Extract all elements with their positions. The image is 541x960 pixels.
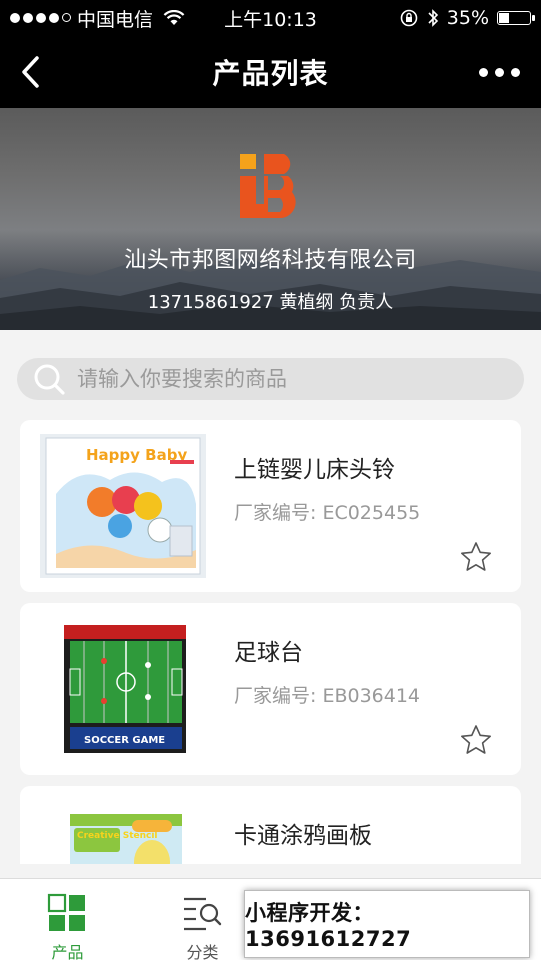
product-name: 足球台 xyxy=(234,640,303,666)
battery-percent: 35% xyxy=(446,7,489,29)
promo-overlay: 小程序开发：13691612727 xyxy=(244,890,530,958)
product-card[interactable]: Creative Stencil 卡通涂鸦画板 xyxy=(20,786,521,864)
company-name: 汕头市邦图网络科技有限公司 xyxy=(124,248,417,273)
more-menu-button[interactable] xyxy=(471,50,527,94)
more-dot-icon xyxy=(510,67,520,77)
product-list: Happy Baby 上链婴儿床头铃 厂家编号: EC025455 SOCCER… xyxy=(0,420,541,864)
product-name: 卡通涂鸦画板 xyxy=(234,823,372,849)
favorite-button[interactable] xyxy=(459,540,493,574)
product-image: SOCCER GAME xyxy=(40,617,206,761)
product-card[interactable]: SOCCER GAME 足球台 厂家编号: EB036414 xyxy=(20,603,521,775)
drawing-board-box-image: Creative Stencil xyxy=(40,800,206,864)
page-title: 产品列表 xyxy=(212,57,329,90)
search-icon xyxy=(34,364,65,395)
foosball-box-image: SOCCER GAME xyxy=(40,617,206,761)
company-contact: 13715861927 黄植纲 负责人 xyxy=(147,292,394,313)
more-dot-icon xyxy=(494,67,504,77)
search-input[interactable] xyxy=(75,366,499,392)
company-logo xyxy=(240,154,296,218)
product-name: 上链婴儿床头铃 xyxy=(234,457,395,483)
nav-bar: 产品列表 xyxy=(0,36,541,108)
category-search-icon xyxy=(184,897,222,931)
product-image: Happy Baby xyxy=(40,434,206,578)
battery-level xyxy=(499,13,509,23)
search-bar[interactable] xyxy=(17,358,524,400)
screen: 中国电信 上午10:13 35% 产品列表 汕头市邦图网络科技有限公司 1371… xyxy=(0,0,541,960)
product-box-text: Creative Stencil xyxy=(77,831,158,841)
product-code: 厂家编号: EB036414 xyxy=(234,685,421,707)
battery-icon xyxy=(497,11,535,25)
product-code: 厂家编号: EC025455 xyxy=(234,502,421,524)
product-card[interactable]: Happy Baby 上链婴儿床头铃 厂家编号: EC025455 xyxy=(20,420,521,592)
grid-icon xyxy=(47,893,85,931)
status-right: 35% xyxy=(399,0,535,36)
baby-mobile-box-image: Happy Baby xyxy=(40,434,206,578)
star-icon xyxy=(461,542,491,571)
product-box-text: SOCCER GAME xyxy=(84,735,165,746)
company-banner: 汕头市邦图网络科技有限公司 13715861927 黄植纲 负责人 xyxy=(0,108,541,330)
favorite-button[interactable] xyxy=(459,723,493,757)
product-image: Creative Stencil xyxy=(40,800,206,864)
tab-label: 产品 xyxy=(51,943,84,960)
status-bar: 中国电信 上午10:13 35% xyxy=(0,0,541,36)
more-dot-icon xyxy=(478,67,488,77)
bluetooth-icon xyxy=(428,9,438,27)
orientation-lock-icon xyxy=(400,9,418,27)
tab-products[interactable]: 产品 xyxy=(0,879,135,960)
star-icon xyxy=(461,725,491,754)
